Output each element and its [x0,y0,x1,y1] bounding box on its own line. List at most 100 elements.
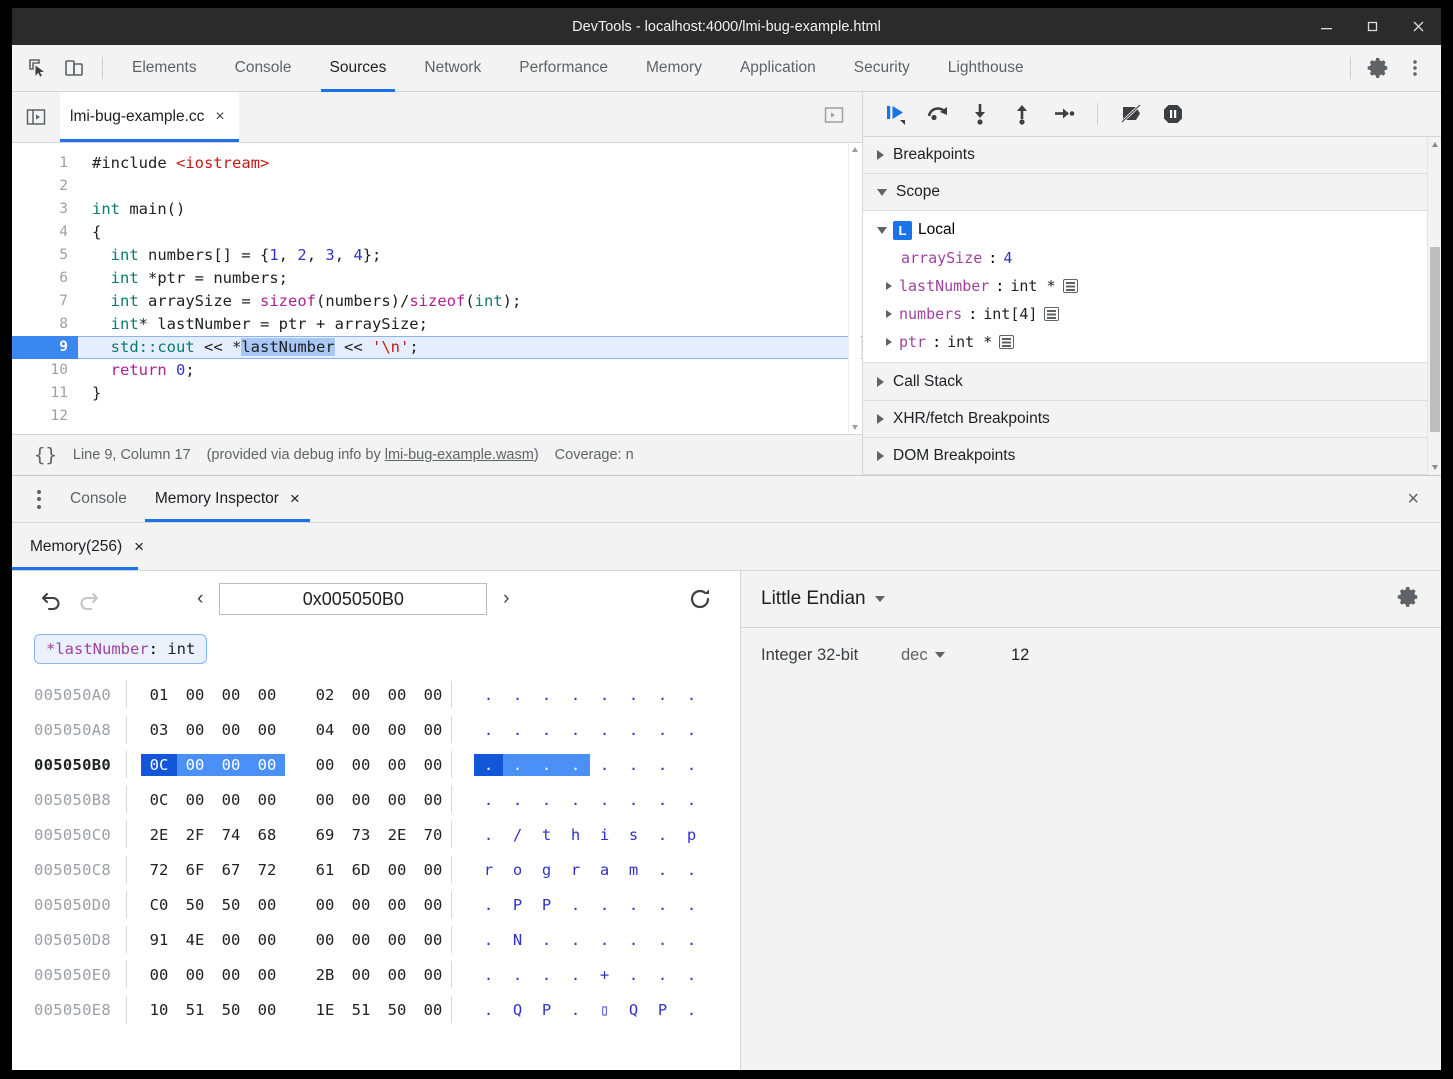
hex-byte[interactable]: 70 [415,824,451,846]
hex-byte[interactable]: 00 [415,894,451,916]
ascii-char[interactable]: . [474,719,503,741]
hex-byte[interactable]: 72 [249,859,285,881]
hex-byte[interactable]: 00 [343,964,379,986]
table-row[interactable]: 005050A0 01 00 00 00 02 00 00 [12,677,740,712]
ascii-char[interactable]: + [590,964,619,986]
hex-byte[interactable]: 72 [141,859,177,881]
ascii-char[interactable]: . [677,754,706,776]
hex-byte[interactable]: 00 [249,999,285,1021]
address-input[interactable] [219,583,487,615]
hex-grid[interactable]: 005050A0 01 00 00 00 02 00 00 [12,671,740,1070]
endianness-select[interactable]: Little Endian [761,588,885,610]
tab-console[interactable]: Console [216,45,311,92]
hex-byte-selected[interactable]: 00 [177,754,213,776]
ascii-char[interactable]: N [503,929,532,951]
tab-security[interactable]: Security [835,45,929,92]
gear-icon[interactable] [1397,585,1421,614]
maximize-icon[interactable] [1349,8,1395,45]
hex-byte[interactable]: 00 [379,684,415,706]
hex-byte[interactable]: 6D [343,859,379,881]
hex-byte[interactable]: 2E [141,824,177,846]
ascii-char[interactable]: g [532,859,561,881]
show-debugger-icon[interactable] [822,103,862,132]
step-into-next-function-call-icon[interactable] [961,98,999,130]
ascii-char[interactable]: . [619,754,648,776]
ascii-char[interactable]: . [648,719,677,741]
hex-byte[interactable]: 4E [177,929,213,951]
hex-byte[interactable]: 00 [343,754,379,776]
ascii-char[interactable]: . [648,824,677,846]
memory-inspector-icon[interactable] [1044,307,1059,321]
step-out-of-current-function-icon[interactable] [1003,98,1041,130]
ascii-char[interactable]: . [648,894,677,916]
hex-byte[interactable]: 00 [141,964,177,986]
close-drawer-icon[interactable]: × [1407,488,1441,511]
highlight-chip-lastNumber[interactable]: *lastNumber: int [34,634,207,664]
step-icon[interactable] [1045,98,1083,130]
hex-byte[interactable]: 00 [177,789,213,811]
ascii-char[interactable]: . [561,684,590,706]
deactivate-breakpoints-icon[interactable] [1112,98,1150,130]
previous-address-button[interactable]: ‹ [187,584,213,614]
ascii-char[interactable]: . [648,929,677,951]
scope-var-ptr[interactable]: ptr: int * [863,328,1441,356]
ascii-char[interactable]: o [503,859,532,881]
hex-byte[interactable]: 00 [213,964,249,986]
ascii-char[interactable]: . [677,999,706,1021]
ascii-char[interactable]: . [619,684,648,706]
ascii-char[interactable]: . [590,929,619,951]
hex-byte[interactable]: 74 [213,824,249,846]
ascii-char[interactable]: . [590,754,619,776]
ascii-char[interactable]: . [474,894,503,916]
tab-elements[interactable]: Elements [113,45,216,92]
step-over-next-function-call-icon[interactable] [919,98,957,130]
inspect-element-icon[interactable] [20,51,56,85]
hex-byte[interactable]: 51 [177,999,213,1021]
drawer-tab-memory-inspector[interactable]: Memory Inspector × [141,476,314,522]
ascii-char[interactable]: . [619,789,648,811]
tab-sources[interactable]: Sources [311,45,406,92]
ascii-char[interactable]: . [503,719,532,741]
hex-byte[interactable]: 00 [343,929,379,951]
hex-byte[interactable]: 00 [415,789,451,811]
ascii-char[interactable]: P [503,894,532,916]
hex-byte[interactable]: 2B [307,964,343,986]
hex-byte[interactable]: 00 [343,684,379,706]
hex-byte[interactable]: 50 [213,999,249,1021]
ascii-char[interactable]: . [677,964,706,986]
hex-byte[interactable]: 2E [379,824,415,846]
hex-byte[interactable]: 00 [249,929,285,951]
hex-byte[interactable]: 00 [415,754,451,776]
table-row-selected[interactable]: 005050B0 0C 00 00 00 00 00 00 [12,747,740,782]
hex-byte[interactable]: 61 [307,859,343,881]
section-call-stack[interactable]: Call Stack [863,363,1441,400]
hex-byte[interactable]: 00 [415,684,451,706]
file-tab-lmi-bug-example[interactable]: lmi-bug-example.cc × [60,92,239,142]
table-row[interactable]: 005050C8 72 6F 67 72 61 6D 00 [12,852,740,887]
ascii-char[interactable]: . [561,999,590,1021]
hex-byte[interactable]: 00 [213,719,249,741]
hex-byte[interactable]: 03 [141,719,177,741]
ascii-char[interactable]: . [474,824,503,846]
hex-byte[interactable]: 91 [141,929,177,951]
ascii-char[interactable]: . [648,754,677,776]
redo-icon[interactable] [70,582,106,616]
hex-byte[interactable]: 50 [213,894,249,916]
scope-var-arraySize[interactable]: arraySize: 4 [863,244,1441,272]
ascii-char-selected[interactable]: . [561,754,590,776]
ascii-char[interactable]: ▯ [590,999,619,1021]
hex-byte[interactable]: 00 [213,789,249,811]
ascii-char[interactable]: . [561,964,590,986]
ascii-char[interactable]: . [677,684,706,706]
table-row[interactable]: 005050D0 C0 50 50 00 00 00 00 [12,887,740,922]
hex-byte[interactable]: 51 [343,999,379,1021]
show-navigator-icon[interactable] [12,105,60,129]
kebab-menu-icon[interactable] [1397,51,1433,85]
debugger-scrollbar[interactable] [1427,137,1441,475]
ascii-char[interactable]: . [619,929,648,951]
next-address-button[interactable]: › [493,584,519,614]
drawer-tab-console[interactable]: Console [56,476,141,522]
pretty-print-braces-icon[interactable]: {} [34,444,57,466]
ascii-char[interactable]: . [474,964,503,986]
ascii-char[interactable]: a [590,859,619,881]
